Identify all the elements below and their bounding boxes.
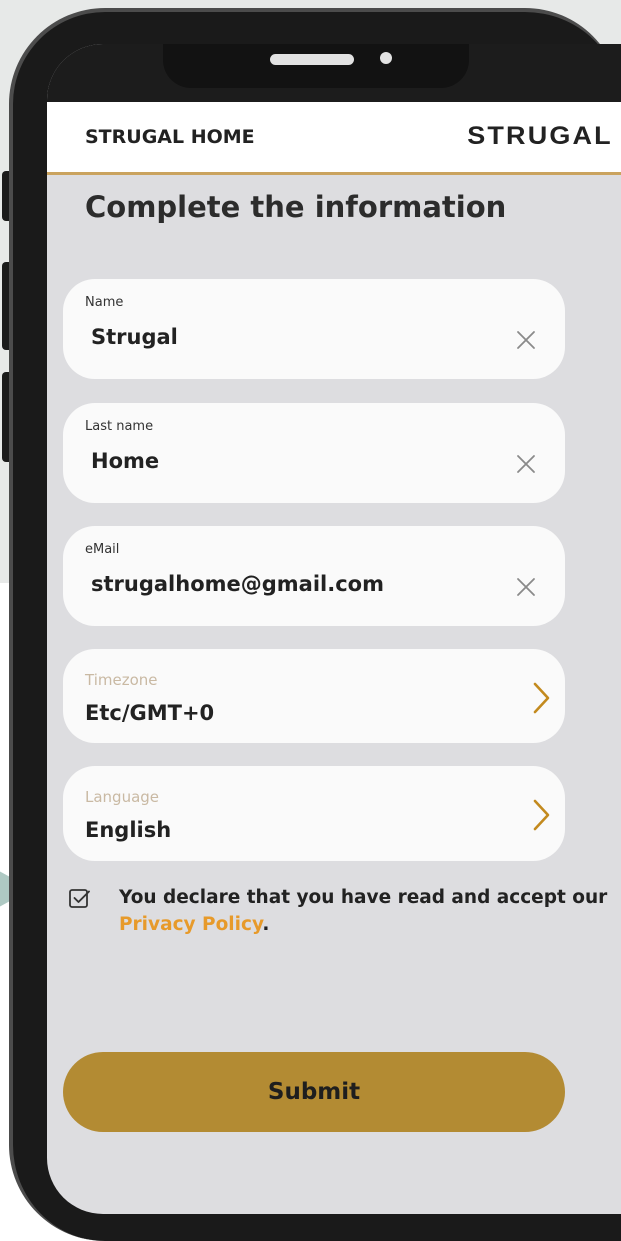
last-name-field[interactable]: Last name Home bbox=[63, 403, 565, 503]
page-title: Complete the information bbox=[85, 190, 507, 224]
front-camera bbox=[380, 52, 392, 64]
name-label: Name bbox=[85, 295, 124, 310]
consent-statement: You declare that you have read and accep… bbox=[119, 887, 608, 908]
chevron-right-icon[interactable] bbox=[527, 798, 553, 832]
last-name-label: Last name bbox=[85, 419, 154, 434]
app-title: STRUGAL HOME bbox=[85, 126, 255, 148]
timezone-label: Timezone bbox=[85, 671, 158, 689]
timezone-value: Etc/GMT+0 bbox=[85, 701, 215, 725]
phone-screen: STRUGAL HOME STRUGAL Complete the inform… bbox=[47, 44, 621, 1214]
submit-button[interactable]: Submit bbox=[63, 1052, 565, 1132]
privacy-policy-link[interactable]: Privacy Policy bbox=[119, 914, 262, 935]
speaker-grille bbox=[270, 54, 354, 65]
close-icon[interactable] bbox=[513, 327, 539, 353]
timezone-select[interactable]: Timezone Etc/GMT+0 bbox=[63, 649, 565, 743]
chevron-right-icon[interactable] bbox=[527, 681, 553, 715]
email-value[interactable]: strugalhome@gmail.com bbox=[91, 572, 384, 596]
email-label: eMail bbox=[85, 542, 120, 557]
name-value[interactable]: Strugal bbox=[91, 325, 178, 349]
language-value: English bbox=[85, 818, 172, 842]
last-name-value[interactable]: Home bbox=[91, 449, 159, 473]
language-label: Language bbox=[85, 788, 160, 806]
consent-text: You declare that you have read and accep… bbox=[119, 884, 619, 938]
app-bar: STRUGAL HOME STRUGAL bbox=[47, 102, 621, 175]
checkbox-checked-icon[interactable] bbox=[67, 886, 93, 912]
close-icon[interactable] bbox=[513, 451, 539, 477]
brand-logo: STRUGAL bbox=[467, 122, 613, 150]
language-select[interactable]: Language English bbox=[63, 766, 565, 861]
consent-suffix: . bbox=[262, 914, 270, 935]
notch bbox=[163, 44, 469, 88]
close-icon[interactable] bbox=[513, 574, 539, 600]
email-field[interactable]: eMail strugalhome@gmail.com bbox=[63, 526, 565, 626]
name-field[interactable]: Name Strugal bbox=[63, 279, 565, 379]
